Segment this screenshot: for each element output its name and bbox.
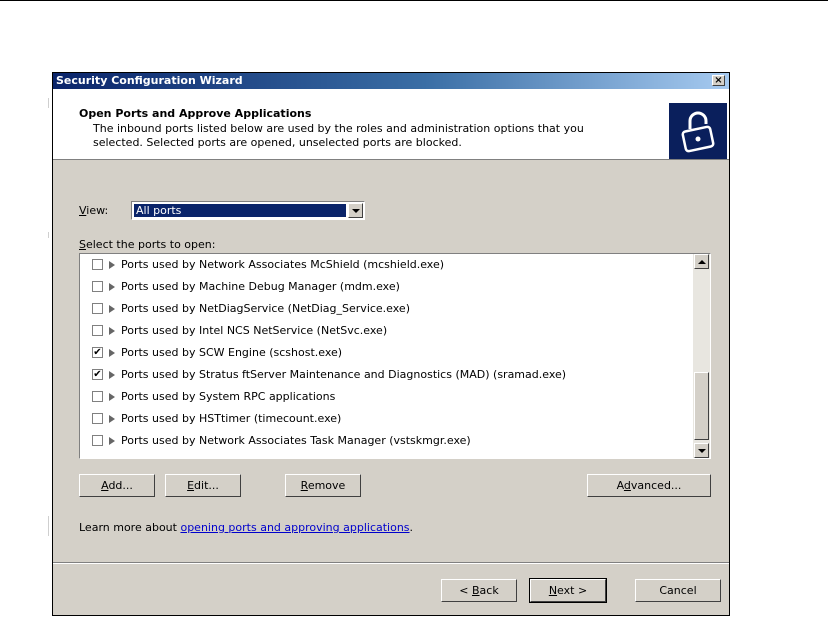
background-artifact — [48, 232, 49, 238]
port-label: Ports used by Intel NCS NetService (NetS… — [121, 324, 388, 337]
background-artifact — [48, 98, 49, 108]
expand-arrow-icon[interactable] — [109, 261, 115, 269]
expand-arrow-icon[interactable] — [109, 349, 115, 357]
page-description: The inbound ports listed below are used … — [93, 122, 584, 149]
list-item[interactable]: ✔ Ports used by SCW Engine (scshost.exe) — [80, 342, 692, 364]
port-checkbox[interactable] — [92, 281, 103, 292]
port-checkbox[interactable] — [92, 413, 103, 424]
learn-more-suffix: . — [409, 521, 414, 534]
add-button[interactable]: Add... — [79, 474, 155, 497]
list-item[interactable]: Ports used by NetDiagService (NetDiag_Se… — [80, 298, 692, 320]
title-bar[interactable]: Security Configuration Wizard × — [53, 73, 729, 89]
scroll-up-button[interactable] — [694, 254, 709, 269]
top-border-line — [0, 0, 828, 1]
list-item[interactable]: Ports used by HSTtimer (timecount.exe) — [80, 408, 692, 430]
ports-list[interactable]: Ports used by Network Associates McShiel… — [79, 253, 711, 459]
ports-list-label: Select the ports to open: — [79, 238, 216, 251]
list-item[interactable]: Ports used by Network Associates Task Ma… — [80, 430, 692, 452]
port-label: Ports used by SCW Engine (scshost.exe) — [121, 346, 343, 359]
port-label: Ports used by Network Associates Task Ma… — [121, 434, 471, 447]
next-button[interactable]: Next > — [529, 578, 607, 603]
port-checkbox[interactable]: ✔ — [92, 347, 103, 358]
port-checkbox[interactable]: ✔ — [92, 369, 103, 380]
expand-arrow-icon[interactable] — [109, 283, 115, 291]
padlock-icon — [669, 103, 727, 159]
port-label: Ports used by NetDiagService (NetDiag_Se… — [121, 302, 410, 315]
port-label: Ports used by Stratus ftServer Maintenan… — [121, 368, 567, 381]
list-item[interactable]: Ports used by Network Associates McShiel… — [80, 254, 692, 276]
port-checkbox[interactable] — [92, 259, 103, 270]
learn-more-text: Learn more about opening ports and appro… — [79, 521, 413, 534]
port-label: Ports used by Network Associates McShiel… — [121, 258, 445, 271]
expand-arrow-icon[interactable] — [109, 437, 115, 445]
page-title: Open Ports and Approve Applications — [79, 107, 312, 120]
expand-arrow-icon[interactable] — [109, 327, 115, 335]
expand-arrow-icon[interactable] — [109, 305, 115, 313]
view-label: View: — [79, 204, 109, 217]
port-checkbox[interactable] — [92, 391, 103, 402]
edit-button[interactable]: Edit... — [165, 474, 241, 497]
list-item[interactable]: Ports used by Intel NCS NetService (NetS… — [80, 320, 692, 342]
close-button[interactable]: × — [712, 75, 725, 86]
scroll-thumb[interactable] — [694, 372, 709, 440]
view-dropdown[interactable]: All ports — [131, 201, 365, 220]
arrow-up-icon — [698, 260, 706, 264]
port-checkbox[interactable] — [92, 303, 103, 314]
learn-more-link[interactable]: opening ports and approving applications — [180, 521, 409, 534]
list-item[interactable]: Ports used by System RPC applications — [80, 386, 692, 408]
vertical-scrollbar[interactable] — [693, 254, 710, 458]
wizard-window: Security Configuration Wizard × Open Por… — [52, 72, 730, 616]
close-icon: × — [714, 75, 723, 86]
port-label: Ports used by Machine Debug Manager (mdm… — [121, 280, 400, 293]
expand-arrow-icon[interactable] — [109, 415, 115, 423]
wizard-header: Open Ports and Approve Applications The … — [53, 89, 729, 160]
scroll-down-button[interactable] — [694, 443, 709, 458]
dropdown-button[interactable] — [348, 203, 363, 218]
advanced-button[interactable]: Advanced... — [587, 474, 711, 497]
view-selected-value: All ports — [134, 204, 346, 217]
port-label: Ports used by HSTtimer (timecount.exe) — [121, 412, 342, 425]
footer-separator — [53, 562, 729, 564]
window-title: Security Configuration Wizard — [56, 74, 243, 87]
port-checkbox[interactable] — [92, 325, 103, 336]
back-button[interactable]: < Back — [441, 579, 517, 602]
list-item[interactable]: Ports used by Machine Debug Manager (mdm… — [80, 276, 692, 298]
cancel-button[interactable]: Cancel — [635, 579, 721, 602]
list-item[interactable]: ✔ Ports used by Stratus ftServer Mainten… — [80, 364, 692, 386]
chevron-down-icon — [352, 209, 360, 213]
expand-arrow-icon[interactable] — [109, 393, 115, 401]
learn-more-prefix: Learn more about — [79, 521, 181, 534]
port-label: Ports used by System RPC applications — [121, 390, 336, 403]
expand-arrow-icon[interactable] — [109, 371, 115, 379]
remove-button[interactable]: Remove — [285, 474, 361, 497]
background-artifact — [48, 516, 49, 536]
port-checkbox[interactable] — [92, 435, 103, 446]
arrow-down-icon — [698, 449, 706, 453]
